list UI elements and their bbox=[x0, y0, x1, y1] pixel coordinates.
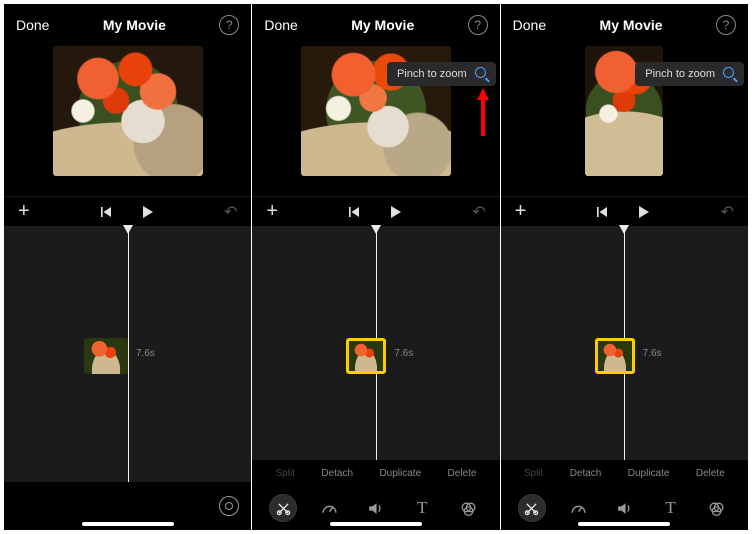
help-icon[interactable]: ? bbox=[468, 15, 488, 35]
filter-tool[interactable] bbox=[455, 494, 483, 522]
project-title: My Movie bbox=[103, 17, 166, 33]
home-indicator bbox=[82, 522, 174, 526]
volume-tool[interactable] bbox=[362, 494, 390, 522]
split-action: Split bbox=[276, 468, 295, 479]
clip-duration-label: 7.6s bbox=[136, 348, 155, 359]
undo-button[interactable]: ↶ bbox=[224, 202, 237, 222]
add-media-button[interactable]: + bbox=[18, 200, 30, 223]
help-icon[interactable]: ? bbox=[219, 15, 239, 35]
home-indicator bbox=[578, 522, 670, 526]
duplicate-action[interactable]: Duplicate bbox=[379, 468, 421, 479]
detach-action[interactable]: Detach bbox=[570, 468, 602, 479]
skip-start-button[interactable] bbox=[347, 205, 361, 219]
transport-controls: + ↶ bbox=[4, 196, 251, 226]
undo-button[interactable]: ↶ bbox=[472, 202, 485, 222]
cut-tool[interactable] bbox=[518, 494, 546, 522]
clip-action-row: Split Detach Duplicate Delete bbox=[252, 460, 499, 486]
project-title: My Movie bbox=[351, 17, 414, 33]
preview-video-frame bbox=[53, 46, 203, 176]
transport-controls: + ↶ bbox=[252, 196, 499, 226]
play-button[interactable] bbox=[139, 204, 155, 220]
text-tool[interactable]: T bbox=[408, 494, 436, 522]
screen-2: Done My Movie ? Pinch to zoom + bbox=[252, 4, 500, 530]
clip-action-row: Split Detach Duplicate Delete bbox=[501, 460, 748, 486]
filter-tool[interactable] bbox=[703, 494, 731, 522]
add-media-button[interactable]: + bbox=[266, 200, 278, 223]
help-icon[interactable]: ? bbox=[716, 15, 736, 35]
settings-icon[interactable] bbox=[219, 496, 239, 516]
project-title: My Movie bbox=[600, 17, 663, 33]
cut-tool[interactable] bbox=[269, 494, 297, 522]
screen-1: Done My Movie ? + ↶ bbox=[4, 4, 252, 530]
skip-start-button[interactable] bbox=[99, 205, 113, 219]
done-button[interactable]: Done bbox=[264, 17, 297, 33]
video-clip-selected[interactable] bbox=[346, 338, 386, 374]
preview-area[interactable]: Pinch to zoom bbox=[501, 46, 748, 196]
home-indicator bbox=[330, 522, 422, 526]
speed-tool[interactable] bbox=[316, 494, 344, 522]
timeline[interactable]: 7.6s bbox=[4, 226, 251, 482]
delete-action[interactable]: Delete bbox=[696, 468, 725, 479]
timeline[interactable]: 7.6s bbox=[252, 226, 499, 460]
screenshot-triptych: Done My Movie ? + ↶ bbox=[0, 0, 752, 534]
preview-area[interactable] bbox=[4, 46, 251, 196]
annotation-arrow bbox=[476, 88, 490, 136]
add-media-button[interactable]: + bbox=[515, 200, 527, 223]
preview-area[interactable]: Pinch to zoom bbox=[252, 46, 499, 196]
clip-duration-label: 7.6s bbox=[394, 348, 413, 359]
done-button[interactable]: Done bbox=[513, 17, 546, 33]
transport-controls: + ↶ bbox=[501, 196, 748, 226]
timeline[interactable]: 7.6s bbox=[501, 226, 748, 460]
delete-action[interactable]: Delete bbox=[448, 468, 477, 479]
done-button[interactable]: Done bbox=[16, 17, 49, 33]
speed-tool[interactable] bbox=[564, 494, 592, 522]
split-action: Split bbox=[524, 468, 543, 479]
pinch-to-zoom-tip[interactable]: Pinch to zoom bbox=[635, 62, 744, 86]
play-button[interactable] bbox=[387, 204, 403, 220]
volume-tool[interactable] bbox=[610, 494, 638, 522]
pinch-tip-label: Pinch to zoom bbox=[397, 68, 467, 80]
duplicate-action[interactable]: Duplicate bbox=[628, 468, 670, 479]
text-tool[interactable]: T bbox=[657, 494, 685, 522]
video-clip-selected[interactable] bbox=[595, 338, 635, 374]
video-clip[interactable] bbox=[84, 338, 128, 374]
magnifier-icon[interactable] bbox=[723, 67, 737, 81]
pinch-to-zoom-tip[interactable]: Pinch to zoom bbox=[387, 62, 496, 86]
header: Done My Movie ? bbox=[501, 4, 748, 46]
pinch-tip-label: Pinch to zoom bbox=[645, 68, 715, 80]
screen-3: Done My Movie ? Pinch to zoom + bbox=[501, 4, 748, 530]
detach-action[interactable]: Detach bbox=[321, 468, 353, 479]
undo-button[interactable]: ↶ bbox=[721, 202, 734, 222]
header: Done My Movie ? bbox=[4, 4, 251, 46]
play-button[interactable] bbox=[635, 204, 651, 220]
clip-duration-label: 7.6s bbox=[643, 348, 662, 359]
skip-start-button[interactable] bbox=[595, 205, 609, 219]
magnifier-icon[interactable] bbox=[475, 67, 489, 81]
header: Done My Movie ? bbox=[252, 4, 499, 46]
